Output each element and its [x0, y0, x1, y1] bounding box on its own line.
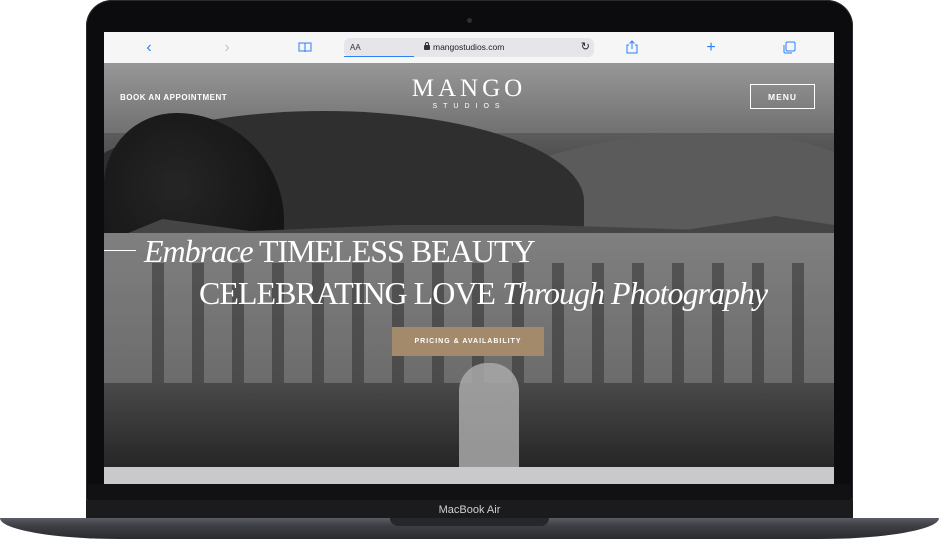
laptop-screen: ‹ › AA mangostudios.com ↻ + BOOK AN APPO…: [104, 32, 834, 484]
headline-2-main: CELEBRATING LOVE: [199, 275, 496, 311]
menu-button[interactable]: MENU: [750, 84, 815, 109]
headline-1-italic: Embrace: [144, 233, 254, 269]
headline-line-1: Embrace TIMELESS BEAUTY: [144, 233, 536, 270]
headline-1-rest: TIMELESS BEAUTY: [258, 233, 536, 269]
logo-main-text: MANGO: [411, 75, 527, 102]
book-appointment-link[interactable]: BOOK AN APPOINTMENT: [120, 93, 227, 102]
headline-2-italic: Through Photography: [501, 275, 768, 311]
camera-dot: [467, 18, 472, 23]
device-label: MacBook Air: [86, 500, 853, 520]
share-icon[interactable]: [620, 32, 644, 63]
load-progress: [344, 56, 414, 57]
forward-icon[interactable]: ›: [215, 32, 239, 63]
headline-rule: [104, 250, 136, 251]
reload-icon[interactable]: ↻: [581, 38, 590, 57]
book-icon[interactable]: [293, 32, 317, 63]
logo-sub-text: STUDIOS: [432, 103, 506, 110]
lock-icon: [424, 42, 430, 50]
address-bar[interactable]: AA mangostudios.com ↻: [344, 38, 594, 57]
tabs-icon[interactable]: [777, 32, 801, 63]
screen-bottom-bezel: [88, 484, 851, 500]
headline-line-2: CELEBRATING LOVE Through Photography: [199, 275, 768, 312]
pricing-availability-button[interactable]: PRICING & AVAILABILITY: [392, 327, 544, 356]
browser-toolbar: ‹ › AA mangostudios.com ↻ +: [104, 32, 834, 64]
url-text: mangostudios.com: [424, 38, 504, 57]
new-tab-icon[interactable]: +: [699, 32, 723, 63]
hero-section: BOOK AN APPOINTMENT MANGO STUDIOS MENU E…: [104, 63, 834, 467]
url-value: mangostudios.com: [433, 42, 505, 52]
laptop-base-notch: [390, 518, 549, 526]
site-logo[interactable]: MANGO STUDIOS: [369, 75, 569, 112]
reader-aa-button[interactable]: AA: [350, 38, 361, 57]
page-bottom-strip: [104, 467, 834, 484]
back-icon[interactable]: ‹: [137, 32, 161, 63]
